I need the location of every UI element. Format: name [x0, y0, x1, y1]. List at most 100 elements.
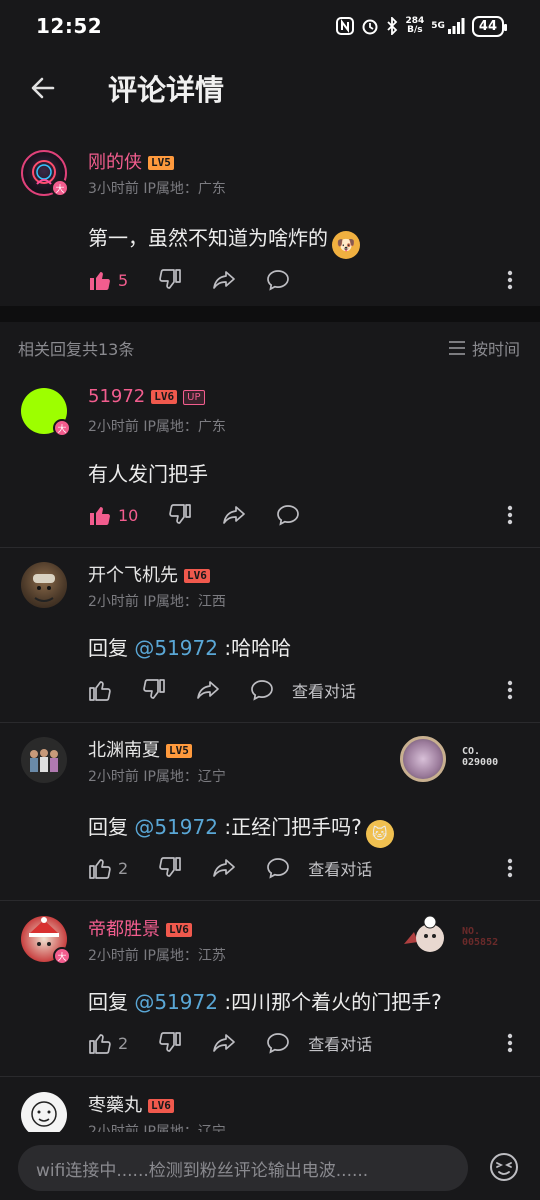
more-options-button[interactable]: [500, 1028, 520, 1058]
fan-badge-number: CO. 029000: [462, 746, 498, 768]
username[interactable]: 北渊南夏 LV5: [88, 736, 192, 762]
dislike-button[interactable]: [158, 268, 182, 292]
dislike-button[interactable]: [158, 1031, 182, 1055]
battery-indicator: 44: [471, 15, 508, 37]
mention-link[interactable]: @51972: [134, 636, 218, 660]
thumbs-down-icon: [143, 679, 165, 699]
like-button[interactable]: [88, 678, 112, 702]
more-options-button[interactable]: [500, 500, 520, 530]
more-options-button[interactable]: [500, 675, 520, 705]
comment-meta: 2小时前 IP属地：江苏: [88, 948, 226, 964]
reply-button[interactable]: [276, 503, 300, 527]
dislike-button[interactable]: [158, 856, 182, 880]
comment-bubble-icon: [277, 505, 300, 526]
share-button[interactable]: [212, 1031, 236, 1055]
comment-input[interactable]: wifi连接中......检测到粉丝评论输出电波......: [18, 1145, 468, 1191]
sort-label: 按时间: [471, 340, 520, 359]
thumbs-down-icon: [169, 504, 192, 524]
like-button[interactable]: 2: [88, 856, 128, 880]
emoji-face-icon: [490, 1153, 518, 1181]
status-time: 12:52: [36, 14, 103, 38]
divider: [0, 900, 540, 901]
comment-text-body: :哈哈哈: [217, 636, 292, 660]
more-vertical-icon: [507, 505, 513, 525]
fan-badge-number-label: NO.: [462, 926, 481, 937]
sort-by-time-button[interactable]: 按时间: [448, 336, 520, 360]
avatar[interactable]: [21, 737, 67, 783]
bottom-input-bar: wifi连接中......检测到粉丝评论输出电波......: [0, 1132, 540, 1200]
share-button[interactable]: [212, 856, 236, 880]
reply-count: 相关回复共13条: [18, 340, 135, 359]
username[interactable]: 刚的侠 LV5: [88, 148, 174, 174]
divider: [0, 722, 540, 723]
comment-text: 回复 @51972 :哈哈哈: [88, 632, 291, 661]
view-conversation-button[interactable]: 查看对话: [292, 678, 356, 702]
comment-text: 有人发门把手: [88, 462, 208, 486]
level-badge: LV6: [184, 569, 210, 583]
mention-link[interactable]: @51972: [134, 990, 218, 1014]
comment-bubble-icon: [251, 680, 273, 701]
divider: [0, 547, 540, 548]
thumbs-up-icon: [89, 859, 111, 879]
username[interactable]: 开个飞机先 LV6: [88, 561, 210, 587]
username-text: 枣藥丸: [88, 1095, 142, 1116]
comment-text: 第一，虽然不知道为啥炸的 🐶: [88, 222, 360, 259]
more-vertical-icon: [507, 858, 513, 878]
share-button[interactable]: [222, 503, 246, 527]
comment-actions: 查看对话: [88, 675, 528, 705]
reply-button[interactable]: [266, 1031, 290, 1055]
mention-link[interactable]: @51972: [134, 815, 218, 839]
fan-badge-decoration: [400, 914, 454, 960]
up-badge: UP: [183, 390, 205, 405]
share-icon: [213, 271, 236, 289]
avatar[interactable]: 大: [21, 150, 69, 197]
avatar[interactable]: 大: [21, 916, 71, 965]
share-button[interactable]: [212, 268, 236, 292]
comment-actions: 2 查看对话: [88, 1028, 528, 1058]
reply-prefix: 回复: [88, 636, 135, 660]
view-conversation-button[interactable]: 查看对话: [308, 1031, 372, 1055]
comment-bubble-icon: [267, 1033, 290, 1054]
like-button[interactable]: 2: [88, 1031, 128, 1055]
bluetooth-icon: [386, 17, 398, 35]
dislike-button[interactable]: [142, 678, 166, 702]
comment-bubble-icon: [267, 858, 290, 879]
avatar-badge: 大: [53, 947, 71, 965]
avatar-image: [33, 574, 55, 602]
comment-text-body: 第一，虽然不知道为啥炸的: [88, 226, 328, 250]
more-options-button[interactable]: [500, 853, 520, 883]
emoji-button[interactable]: [488, 1151, 520, 1183]
view-conversation-button[interactable]: 查看对话: [308, 856, 372, 880]
avatar[interactable]: 大: [21, 388, 71, 437]
reply-button[interactable]: [266, 268, 290, 292]
thumbs-down-icon: [159, 857, 182, 877]
username[interactable]: 51972 LV6 UP: [88, 386, 205, 407]
thumbs-up-filled-icon: [90, 272, 110, 290]
reply-prefix: 回复: [88, 815, 135, 839]
avatar[interactable]: [21, 562, 67, 608]
comment-text: 回复 @51972 :四川那个着火的门把手?: [88, 986, 442, 1015]
more-vertical-icon: [507, 680, 513, 700]
reply-button[interactable]: [250, 678, 274, 702]
username[interactable]: 帝都胜景 LV6: [88, 915, 192, 941]
dislike-button[interactable]: [168, 503, 192, 527]
fan-badge-number-label: CO.: [462, 746, 481, 757]
comment-meta: 2小时前 IP属地：广东: [88, 419, 226, 435]
like-button[interactable]: 5: [88, 268, 128, 292]
thumbs-down-icon: [159, 269, 182, 289]
like-button[interactable]: 10: [88, 503, 138, 527]
username-text: 开个飞机先: [88, 565, 178, 586]
back-button[interactable]: [22, 67, 64, 109]
arrow-left-icon: [31, 77, 55, 99]
share-button[interactable]: [196, 678, 220, 702]
share-icon: [197, 681, 219, 699]
more-options-button[interactable]: [500, 265, 520, 295]
comment-meta: 2小时前 IP属地：辽宁: [88, 769, 226, 785]
username[interactable]: 枣藥丸 LV6: [88, 1091, 174, 1117]
reply-button[interactable]: [266, 856, 290, 880]
comment-actions: 5: [88, 265, 528, 295]
comment-meta: 3小时前 IP属地：广东: [88, 181, 226, 197]
thumbs-up-icon: [89, 1034, 111, 1054]
net-speed-unit: B/s: [407, 25, 423, 35]
level-badge: LV6: [151, 390, 178, 404]
